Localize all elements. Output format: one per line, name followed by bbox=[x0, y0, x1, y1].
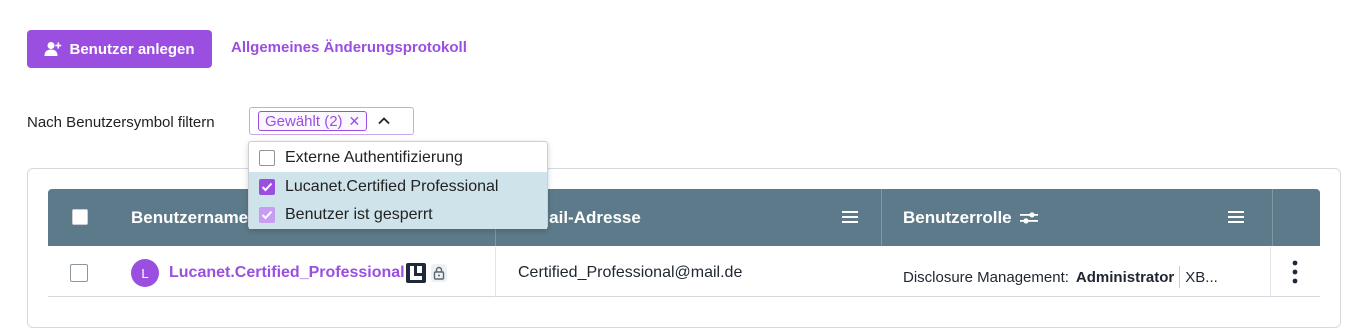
create-user-button[interactable]: Benutzer anlegen bbox=[27, 30, 212, 68]
certified-professional-icon bbox=[406, 263, 426, 283]
role-cell: Disclosure Management: Administrator XB.… bbox=[903, 266, 1218, 288]
checkmark-icon bbox=[261, 182, 273, 191]
column-header-username[interactable]: Benutzername bbox=[131, 189, 248, 246]
filter-option-certified-professional[interactable]: Lucanet.Certified Professional bbox=[249, 172, 547, 201]
filter-dropdown: Externe Authentifizierung Lucanet.Certif… bbox=[248, 141, 548, 229]
role-value: Administrator bbox=[1075, 268, 1175, 286]
email-cell: Certified_Professional@mail.de bbox=[518, 264, 743, 281]
column-header-role-label: Benutzerrolle bbox=[903, 207, 1012, 227]
option-checkbox[interactable] bbox=[259, 206, 275, 223]
create-user-label: Benutzer anlegen bbox=[69, 40, 195, 58]
filter-sliders-icon[interactable] bbox=[1019, 211, 1038, 225]
filter-option-user-locked[interactable]: Benutzer ist gesperrt bbox=[249, 200, 547, 229]
select-all-checkbox[interactable] bbox=[72, 209, 88, 225]
role-context: Disclosure Management: bbox=[903, 268, 1069, 286]
change-log-link[interactable]: Allgemeines Änderungsprotokoll bbox=[231, 39, 467, 56]
user-icon-filter-select[interactable]: Gewählt (2) ✕ bbox=[249, 107, 414, 135]
add-user-icon bbox=[44, 42, 62, 56]
option-label: Benutzer ist gesperrt bbox=[285, 205, 433, 223]
role-more: XB... bbox=[1185, 268, 1218, 286]
option-checkbox[interactable] bbox=[259, 149, 275, 166]
column-menu-icon[interactable] bbox=[1228, 211, 1244, 223]
checkmark-icon bbox=[261, 210, 273, 219]
lock-icon bbox=[431, 264, 447, 282]
role-divider bbox=[1179, 266, 1181, 288]
filter-option-external-auth[interactable]: Externe Authentifizierung bbox=[249, 143, 547, 172]
option-label: Lucanet.Certified Professional bbox=[285, 177, 499, 195]
selected-chip-label: Gewählt (2) bbox=[265, 112, 343, 130]
chip-remove-icon[interactable]: ✕ bbox=[349, 114, 361, 128]
option-label: Externe Authentifizierung bbox=[285, 148, 463, 166]
column-divider[interactable] bbox=[881, 189, 882, 246]
row-checkbox[interactable] bbox=[70, 264, 88, 282]
selected-chip: Gewählt (2) ✕ bbox=[258, 111, 368, 131]
cell-divider bbox=[495, 247, 496, 297]
table-header: Benutzername E-Mail-Adresse Benutzerroll… bbox=[48, 189, 1320, 246]
username-link[interactable]: Lucanet.Certified_Professional bbox=[169, 264, 405, 282]
column-menu-icon[interactable] bbox=[842, 211, 858, 223]
option-checkbox[interactable] bbox=[259, 178, 275, 195]
avatar: L bbox=[131, 259, 159, 287]
column-header-role[interactable]: Benutzerrolle bbox=[903, 189, 1038, 246]
chevron-up-icon[interactable] bbox=[377, 114, 391, 128]
table-row[interactable]: L Lucanet.Certified_Professional Certifi… bbox=[48, 247, 1320, 297]
filter-label: Nach Benutzersymbol filtern bbox=[27, 114, 215, 131]
column-divider[interactable] bbox=[1272, 189, 1273, 246]
cell-divider bbox=[1270, 247, 1271, 297]
row-actions-icon[interactable] bbox=[1292, 260, 1298, 284]
